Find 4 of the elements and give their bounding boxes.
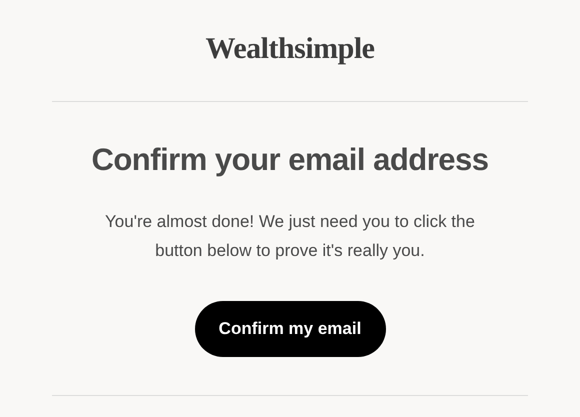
confirm-email-button[interactable]: Confirm my email (194, 301, 386, 357)
logo: Wealthsimple (205, 31, 374, 67)
heading: Confirm your email address (91, 141, 488, 179)
message-text: You're almost done! We just need you to click the button below to prove it's really you. (104, 211, 476, 262)
